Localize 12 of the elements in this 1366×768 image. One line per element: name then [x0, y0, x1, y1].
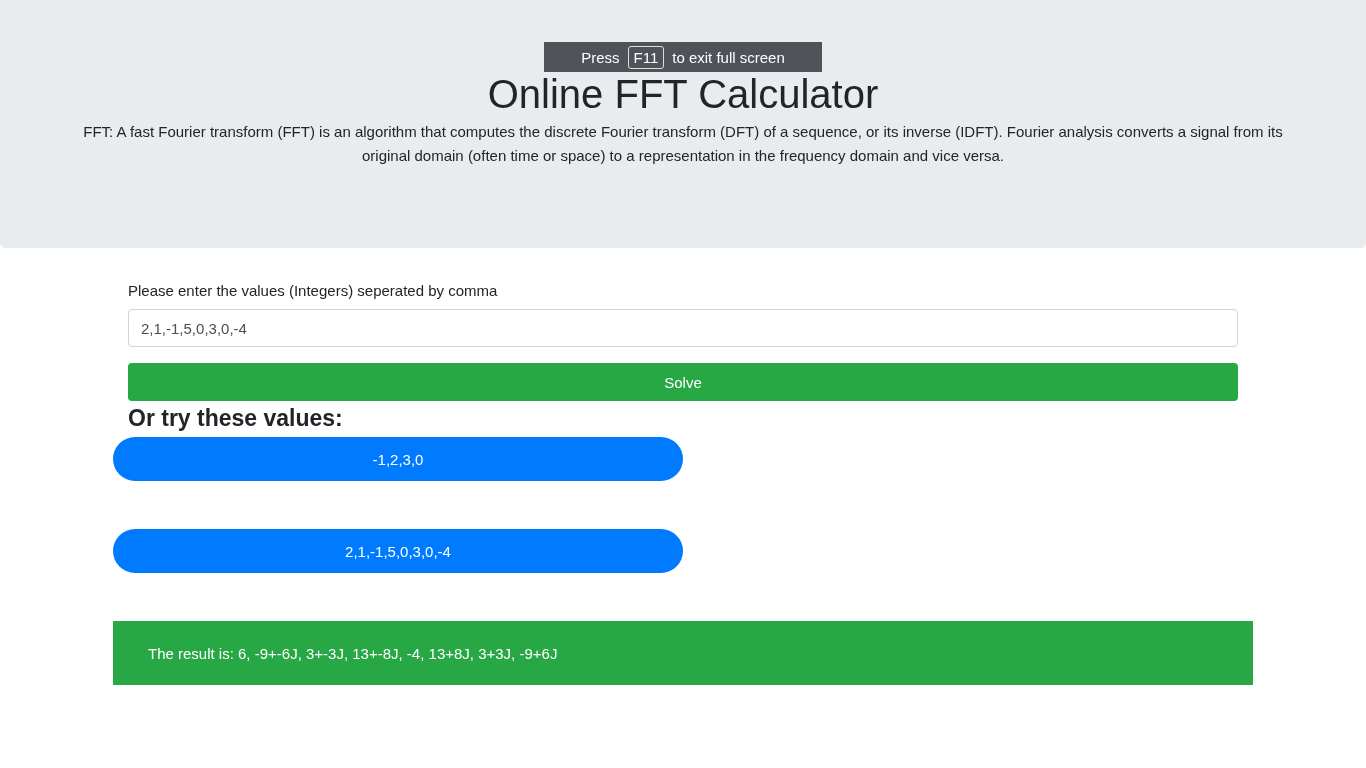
description-text: FFT: A fast Fourier transform (FFT) is an algorithm that computes the discrete Fourier transform (DFT) of a sequence, or its inverse (IDFT). Fourier analysis converts a signal from its original domain (often time or space) to a representation in the frequency domain and vice versa. [82, 122, 1284, 166]
section-heading: Or try these values: [128, 404, 344, 433]
result-banner: The result is: 6, -9+-6J, 3+-3J, 13+-8J, -4, 13+8J, 3+3J, -9+6J [113, 621, 1253, 685]
notice-text: Press [581, 48, 620, 66]
page-title: Online FFT Calculator [487, 74, 879, 114]
field-label: Please enter the values (Integers) seperated by comma [128, 282, 499, 299]
values-input-field[interactable]: 2,1,-1,5,0,3,0,-4 [128, 309, 1238, 347]
example-button[interactable]: -1,2,3,0 [113, 437, 683, 481]
solve-button[interactable]: Solve [128, 363, 1238, 401]
key-label: F11 [627, 45, 665, 69]
notice-text: to exit full screen [672, 48, 785, 66]
example-button[interactable]: 2,1,-1,5,0,3,0,-4 [113, 529, 683, 573]
